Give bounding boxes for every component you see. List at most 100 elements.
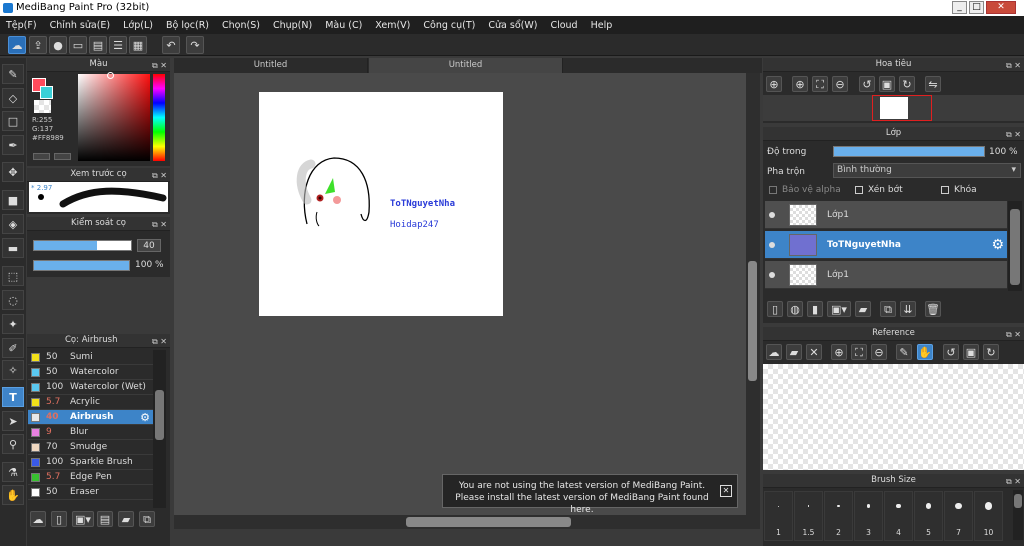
update-notification[interactable]: You are not using the latest version of … <box>442 474 738 515</box>
clipping-checkbox[interactable]: Xén bớt <box>855 185 903 195</box>
flip-button[interactable]: ⇋ <box>925 76 941 92</box>
operation-tool[interactable]: ➤ <box>2 411 24 431</box>
brush-duplicate-button[interactable]: ⧉ <box>139 511 155 527</box>
menu-help[interactable]: Help <box>591 20 613 31</box>
brush-item-eraser[interactable]: 50 Eraser <box>28 485 153 500</box>
bucket-tool[interactable]: ◈ <box>2 214 24 234</box>
brush-item-blur[interactable]: 9 Blur <box>28 425 153 440</box>
canvas-v-scroll-thumb[interactable] <box>748 261 757 381</box>
menu-edit[interactable]: Chỉnh sửa(E) <box>50 20 111 31</box>
brush-item-airbrush[interactable]: 40 Airbrush ⚙ <box>28 410 153 425</box>
rotate-right-button[interactable]: ↻ <box>899 76 915 92</box>
grid-button[interactable]: ▦ <box>129 36 147 54</box>
brush-item-edge-pen[interactable]: 5.7 Edge Pen <box>28 470 153 485</box>
pen-tool[interactable]: ✒ <box>2 135 24 155</box>
close-button[interactable]: ✕ <box>986 1 1016 14</box>
brush-list-scrollbar[interactable] <box>153 350 166 508</box>
brush-settings-gear-icon[interactable]: ⚙ <box>140 411 150 424</box>
navigator-preview[interactable] <box>763 95 1024 121</box>
layer-list-scrollbar[interactable] <box>1008 201 1022 291</box>
eraser-tool[interactable]: ◇ <box>2 88 24 108</box>
panel-controls-icon[interactable]: ⧉ ✕ <box>152 169 167 182</box>
reference-zoom-out-button[interactable]: ⊖ <box>871 344 887 360</box>
canvas-horizontal-scrollbar[interactable] <box>174 515 760 529</box>
reference-canvas[interactable] <box>763 364 1024 470</box>
share-button[interactable]: ⇪ <box>29 36 47 54</box>
layer-scroll-thumb[interactable] <box>1010 209 1020 285</box>
new-1bit-layer-button[interactable]: ▮ <box>807 301 823 317</box>
brush-size-slider[interactable] <box>33 240 132 251</box>
visibility-eye-icon[interactable] <box>769 271 775 278</box>
menu-tools[interactable]: Công cụ(T) <box>423 20 475 31</box>
reference-cloud-button[interactable]: ☁ <box>766 344 782 360</box>
actual-size-button[interactable]: ▣ <box>879 76 895 92</box>
brush-item-watercolor[interactable]: 50 Watercolor <box>28 365 153 380</box>
sub-color-swatch[interactable] <box>40 86 53 99</box>
color-mode-button[interactable] <box>33 153 50 160</box>
rotate-left-button[interactable]: ↺ <box>859 76 875 92</box>
select-pen-tool[interactable]: ✐ <box>2 338 24 358</box>
zoom-in-2-button[interactable]: ⊕ <box>792 76 808 92</box>
brush-size-cell[interactable]: 2 <box>824 491 853 541</box>
layer-opacity-slider[interactable] <box>833 146 985 157</box>
menu-view[interactable]: Xem(V) <box>375 20 410 31</box>
shape-tool[interactable]: □ <box>2 111 24 131</box>
protect-alpha-checkbox[interactable]: Bảo vệ alpha <box>769 185 841 195</box>
comment-button[interactable]: ● <box>49 36 67 54</box>
layer-options-button[interactable]: ▣▾ <box>827 301 851 317</box>
redo-button[interactable]: ↷ <box>186 36 204 54</box>
reference-open-button[interactable]: ▰ <box>786 344 802 360</box>
magic-wand-tool[interactable]: ✦ <box>2 314 24 334</box>
hand-tool[interactable]: ✋ <box>2 485 24 505</box>
fit-button[interactable]: ⛶ <box>812 76 828 92</box>
brush-size-cell[interactable]: 10 <box>974 491 1003 541</box>
blend-mode-select[interactable]: Bình thường ▾ <box>833 163 1021 178</box>
gradient-tool[interactable]: ▬ <box>2 238 24 258</box>
brush-size-cell[interactable]: 5 <box>914 491 943 541</box>
brush-size-cell[interactable]: 4 <box>884 491 913 541</box>
notification-close-button[interactable]: ✕ <box>720 485 732 497</box>
visibility-eye-icon[interactable] <box>769 211 775 218</box>
canvas-h-scroll-thumb[interactable] <box>406 517 571 527</box>
layer-settings-gear-icon[interactable]: ⚙ <box>991 238 1004 252</box>
brush-size-scrollbar[interactable] <box>1013 490 1023 540</box>
brush-size-cell[interactable]: 3 <box>854 491 883 541</box>
brush-item-acrylic[interactable]: 5.7 Acrylic <box>28 395 153 410</box>
fill-rect-tool[interactable]: ■ <box>2 190 24 210</box>
new-layer-button[interactable]: ▯ <box>767 301 783 317</box>
zoom-in-button[interactable]: ⊕ <box>766 76 782 92</box>
cloud-button[interactable]: ☁ <box>8 36 26 54</box>
tab-untitled-1[interactable]: Untitled <box>174 58 368 73</box>
layer-row-selected[interactable]: ToTNguyetNha ⚙ <box>765 231 1007 259</box>
reference-close-button[interactable]: ✕ <box>806 344 822 360</box>
move-tool[interactable]: ✥ <box>2 162 24 182</box>
reference-rotate-right-button[interactable]: ↻ <box>983 344 999 360</box>
list-button[interactable]: ☰ <box>109 36 127 54</box>
drawing-canvas[interactable]: ToTNguyetNha Hoidap247 <box>259 92 503 316</box>
delete-layer-button[interactable]: 🗑 <box>925 301 941 317</box>
menu-file[interactable]: Tệp(F) <box>6 20 37 31</box>
menu-filter[interactable]: Bộ lọc(R) <box>166 20 209 31</box>
brush-options-button[interactable]: ▣▾ <box>72 511 94 527</box>
select-eraser-tool[interactable]: ✧ <box>2 360 24 380</box>
dropper-tool[interactable]: ⚲ <box>2 434 24 454</box>
brush-list-scroll-thumb[interactable] <box>155 390 164 440</box>
panel-controls-icon[interactable]: ⧉ ✕ <box>152 218 167 231</box>
menu-color[interactable]: Màu (C) <box>325 20 362 31</box>
brush-opacity-slider[interactable] <box>33 260 130 271</box>
layer-row[interactable]: Lớp1 <box>765 261 1007 289</box>
visibility-eye-icon[interactable] <box>769 241 775 248</box>
brush-item-watercolor-wet[interactable]: 100 Watercolor (Wet) <box>28 380 153 395</box>
menu-select[interactable]: Chọn(S) <box>222 20 260 31</box>
brush-size-scroll-thumb[interactable] <box>1014 494 1022 508</box>
brush-item-smudge[interactable]: 70 Smudge <box>28 440 153 455</box>
tab-untitled-2[interactable]: Untitled <box>369 58 563 73</box>
panel-controls-icon[interactable]: ⧉ ✕ <box>1006 328 1021 341</box>
panel-controls-icon[interactable]: ⧉ ✕ <box>1006 475 1021 488</box>
brush-size-cell[interactable]: 1.5 <box>794 491 823 541</box>
hue-slider[interactable] <box>153 74 165 161</box>
panel-controls-icon[interactable]: ⧉ ✕ <box>152 59 167 72</box>
reference-zoom-in-button[interactable]: ⊕ <box>831 344 847 360</box>
color-picker-button[interactable] <box>54 153 71 160</box>
brush-size-cell[interactable]: 7 <box>944 491 973 541</box>
